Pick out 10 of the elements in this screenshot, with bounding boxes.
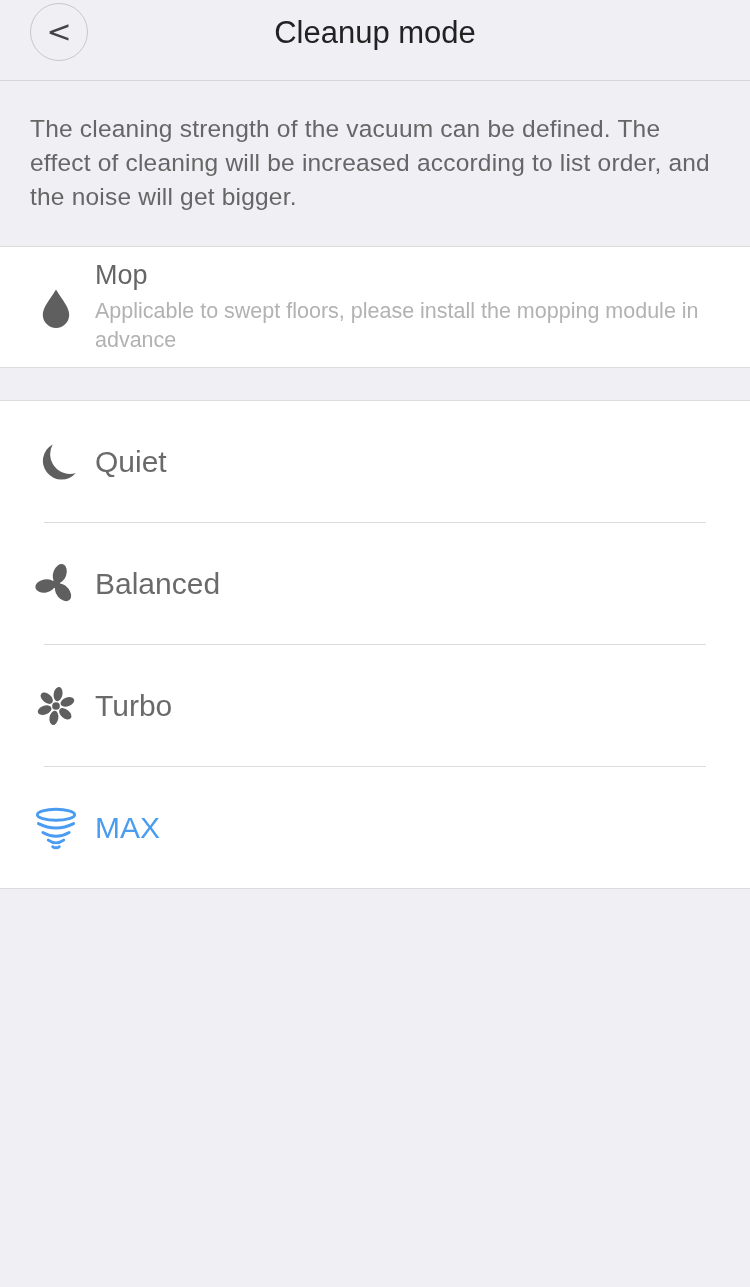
mode-option[interactable]: Balanced bbox=[0, 523, 750, 644]
mode-option[interactable]: Quiet bbox=[0, 401, 750, 522]
mop-option[interactable]: Mop Applicable to swept floors, please install the mopping module in advance bbox=[0, 247, 750, 367]
screen-title: Cleanup mode bbox=[274, 15, 476, 51]
tornado-icon bbox=[34, 805, 78, 850]
mode-option[interactable]: MAX bbox=[0, 767, 750, 888]
mode-option[interactable]: Turbo bbox=[0, 645, 750, 766]
option-title: Mop bbox=[95, 259, 149, 291]
description-text: The cleaning strength of the vacuum can be defined. The effect of cleaning will be increased according to list order, and the noise will get bigger. bbox=[29, 114, 711, 212]
option-description: Applicable to swept floors, please install the mopping module in advance bbox=[95, 297, 700, 354]
